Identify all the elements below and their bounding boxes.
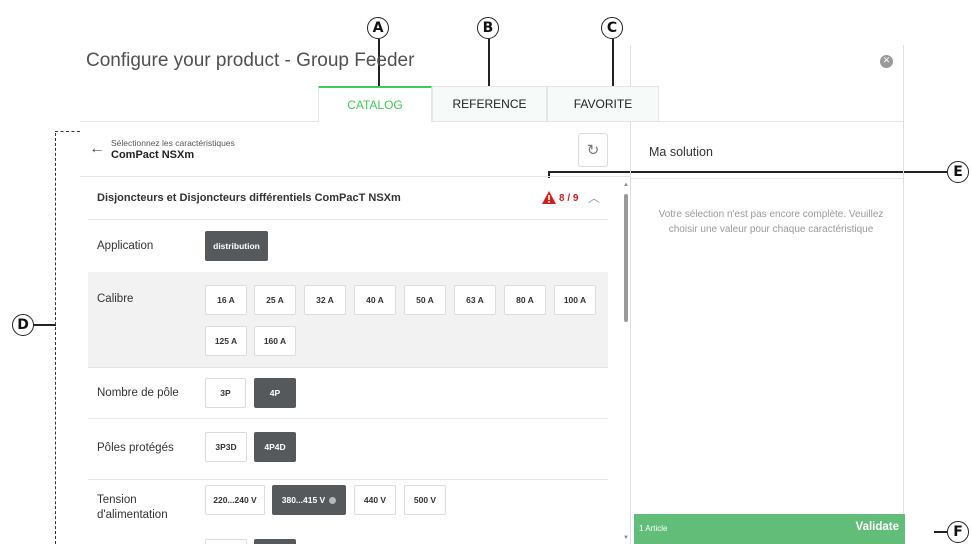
option-next-row-a[interactable] [205,539,247,544]
option-160a[interactable]: 160 A [254,326,296,356]
option-380-415v[interactable]: 380...415 V [272,485,346,515]
option-label: 380...415 V [281,495,326,505]
row-label: Tension d'alimentation [97,494,168,521]
tab-favorite[interactable]: FAVORITE [547,86,659,122]
close-icon[interactable]: ✕ [880,55,893,68]
solution-title: Ma solution [649,145,713,159]
option-80a[interactable]: 80 A [504,285,546,315]
callout-a: A [367,17,389,39]
left-header-divider [80,176,630,177]
chevron-up-icon[interactable]: ︿ [588,189,600,206]
callout-c: C [601,17,623,39]
clear-selection-icon[interactable] [329,496,337,504]
row-tension: Tension d'alimentation 220...240 V 380..… [88,480,608,544]
scroll-down-icon[interactable]: ▼ [623,535,629,541]
solution-divider [631,178,903,179]
warning-count: 8 / 9 [559,193,579,204]
row-label: Pôles protégés [97,442,174,454]
dialog-right-edge [903,45,904,515]
option-next-row-b[interactable] [254,539,296,544]
callout-d-bracket-top [55,131,80,132]
warning-icon [542,191,556,204]
option-4p[interactable]: 4P [254,378,296,408]
validate-button[interactable]: Validate [856,521,899,533]
option-3p[interactable]: 3P [205,378,246,408]
row-label: Application [97,240,154,252]
option-4p4d[interactable]: 4P4D [254,432,296,462]
option-500v[interactable]: 500 V [404,485,446,515]
solution-message: Votre sélection n'est pas encore complèt… [658,209,884,235]
option-16a[interactable]: 16 A [205,285,247,315]
step-subtitle: Sélectionnez les caractéristiques [111,138,235,148]
row-calibre: Calibre 16 A 25 A 32 A 40 A 50 A 63 A 80… [88,272,608,367]
row-label: Calibre [97,293,134,305]
option-3p3d[interactable]: 3P3D [205,432,247,462]
option-32a[interactable]: 32 A [304,285,346,315]
callout-d-bracket [55,133,56,544]
solution-footer: 1 Article Validate [634,514,905,544]
option-220-240v[interactable]: 220...240 V [205,485,265,515]
option-63a[interactable]: 63 A [454,285,496,315]
page-title: Configure your product - Group Feeder [86,50,415,71]
article-count: 1 Article [639,524,668,533]
callout-d-leader [34,324,56,326]
row-application: Application distribution [88,221,608,271]
scrollbar-thumb[interactable] [624,194,628,322]
section-title: Disjoncteurs et Disjoncteurs différentie… [97,192,401,204]
row-nombre-de-pole: Nombre de pôle 3P 4P [88,368,608,418]
tab-reference[interactable]: REFERENCE [432,86,547,122]
row-label: Nombre de pôle [97,387,179,399]
scroll-up-icon[interactable]: ▲ [623,182,629,188]
callout-e-leader [548,171,947,173]
callout-f-leader [934,531,947,533]
option-440v[interactable]: 440 V [354,485,396,515]
option-100a[interactable]: 100 A [554,285,596,315]
callout-e: E [947,161,969,183]
product-name: ComPact NSXm [111,149,195,161]
callout-b: B [477,17,499,39]
refresh-button[interactable]: ↻ [578,133,608,167]
option-125a[interactable]: 125 A [205,326,247,356]
option-distribution[interactable]: distribution [205,231,268,261]
row-poles-proteges: Pôles protégés 3P3D 4P4D [88,419,608,479]
refresh-icon: ↻ [586,142,600,159]
option-25a[interactable]: 25 A [254,285,296,315]
option-40a[interactable]: 40 A [354,285,396,315]
tab-catalog[interactable]: CATALOG [318,86,432,122]
callout-f: F [947,521,969,543]
section-header[interactable]: Disjoncteurs et Disjoncteurs différentie… [88,178,608,220]
callout-d: D [12,314,34,336]
option-50a[interactable]: 50 A [404,285,446,315]
arrow-left-icon[interactable]: ← [89,140,105,158]
